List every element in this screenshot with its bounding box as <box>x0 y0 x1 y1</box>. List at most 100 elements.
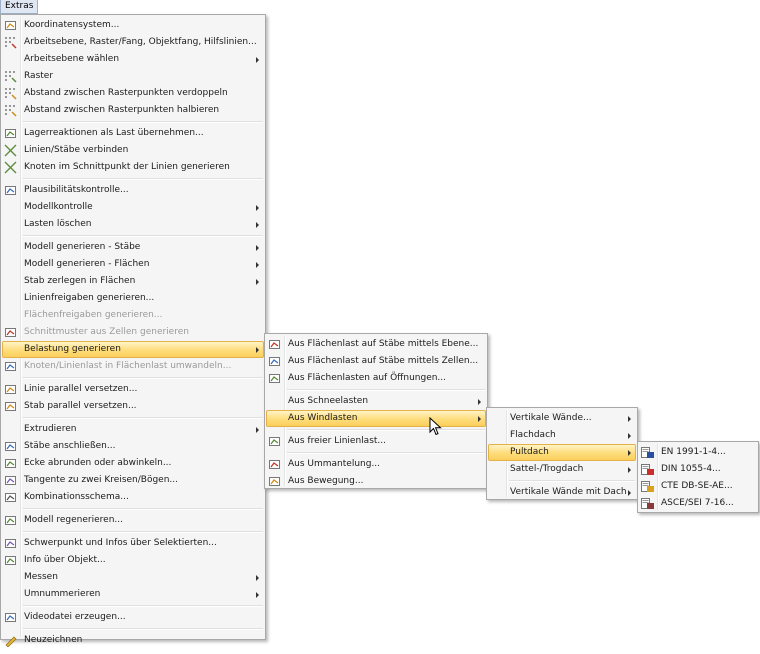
menu-item-label: Knoten im Schnittpunkt der Linien generi… <box>24 162 230 172</box>
menu-item-knoten-linienlast-in-flaechenlast-umwandeln: Knoten/Linienlast in Flächenlast umwande… <box>1 358 265 375</box>
din-flag-icon <box>641 463 654 476</box>
menu-item-abstand-zwischen-rasterpunkten-verdoppeln[interactable]: Abstand zwischen Rasterpunkten verdoppel… <box>1 85 265 102</box>
menu-item-label: Arbeitsebene, Raster/Fang, Objektfang, H… <box>24 37 257 47</box>
menu-item-vertikale-waende-mit-dach[interactable]: Vertikale Wände mit Dach <box>487 484 637 501</box>
menu-item-linie-parallel-versetzen[interactable]: Linie parallel versetzen... <box>1 381 265 398</box>
menu-item-label: Lagerreaktionen als Last übernehmen... <box>24 128 204 138</box>
menu-item-label: Modell generieren - Flächen <box>24 259 150 269</box>
submenu-arrow-icon <box>256 222 259 228</box>
menu-item-label: Plausibilitätskontrolle... <box>24 185 129 195</box>
menu-item-arbeitsebene-waehlen[interactable]: Arbeitsebene wählen <box>1 51 265 68</box>
menu-item-cte-db-se-ae[interactable]: CTE DB-SE-AE... <box>638 478 758 495</box>
menu-item-plausibilitaetskontrolle[interactable]: Plausibilitätskontrolle... <box>1 182 265 199</box>
menu-item-label: Vertikale Wände mit Dach <box>510 487 627 497</box>
menu-item-label: Aus Schneelasten <box>288 396 369 406</box>
menubar-extras[interactable]: Extras <box>0 0 39 14</box>
menu-item-label: Linie parallel versetzen... <box>24 384 138 394</box>
menu-item-aus-bewegung[interactable]: Aus Bewegung... <box>265 473 487 490</box>
menu-item-modell-generieren-staebe[interactable]: Modell generieren - Stäbe <box>1 239 265 256</box>
menu-item-label: Aus Flächenlast auf Stäbe mittels Ebene.… <box>288 339 479 349</box>
menu-item-staebe-anschliessen[interactable]: Stäbe anschließen... <box>1 438 265 455</box>
menu-item-linien-staebe-verbinden[interactable]: Linien/Stäbe verbinden <box>1 142 265 159</box>
menu-item-schwerpunkt-und-infos-ueber-selektierten[interactable]: Schwerpunkt und Infos über Selektierten.… <box>1 535 265 552</box>
menu-item-aus-flaechenlasten-auf-oeffnungen[interactable]: Aus Flächenlasten auf Öffnungen... <box>265 370 487 387</box>
menu-item-label: Info über Objekt... <box>24 555 106 565</box>
menu-item-koordinatensystem[interactable]: Koordinatensystem... <box>1 17 265 34</box>
submenu-arrow-icon <box>628 416 631 422</box>
menu-item-label: Abstand zwischen Rasterpunkten verdoppel… <box>24 88 228 98</box>
menu-item-extrudieren[interactable]: Extrudieren <box>1 421 265 438</box>
menu-item-label: Knoten/Linienlast in Flächenlast umwande… <box>24 361 232 371</box>
menu-item-aus-ummantelung[interactable]: Aus Ummantelung... <box>265 456 487 473</box>
menu-item-en-1991-1-4[interactable]: EN 1991-1-4... <box>638 444 758 461</box>
menu-item-raster[interactable]: Raster <box>1 68 265 85</box>
coordinate-system-icon <box>4 19 17 32</box>
intersection-node-icon <box>4 161 17 174</box>
menu-item-belastung-generieren[interactable]: Belastung generieren <box>1 341 265 358</box>
menu-item-label: Stäbe anschließen... <box>24 441 116 451</box>
menu-item-lagerreaktionen-als-last-uebernehmen[interactable]: Lagerreaktionen als Last übernehmen... <box>1 125 265 142</box>
centroid-info-icon <box>4 537 17 550</box>
menu-item-modellkontrolle[interactable]: Modellkontrolle <box>1 199 265 216</box>
submenu-arrow-icon <box>256 57 259 63</box>
submenu-arrow-icon <box>256 245 259 251</box>
motion-icon <box>268 475 281 488</box>
menu-item-label: CTE DB-SE-AE... <box>661 481 733 491</box>
menu-item-aus-windlasten[interactable]: Aus Windlasten <box>265 410 487 427</box>
cte-flag-icon <box>641 480 654 493</box>
menu-item-label: Pultdach <box>510 447 549 457</box>
menu-item-label: Sattel-/Trogdach <box>510 464 584 474</box>
menu-item-sattel-trogdach[interactable]: Sattel-/Trogdach <box>487 461 637 478</box>
menu-item-aus-schneelasten[interactable]: Aus Schneelasten <box>265 393 487 410</box>
menu-item-vertikale-waende[interactable]: Vertikale Wände... <box>487 410 637 427</box>
menu-item-messen[interactable]: Messen <box>1 569 265 586</box>
combination-scheme-icon <box>4 491 17 504</box>
menu-item-videodatei-erzeugen[interactable]: Videodatei erzeugen... <box>1 609 265 626</box>
menu-item-abstand-zwischen-rasterpunkten-halbieren[interactable]: Abstand zwischen Rasterpunkten halbieren <box>1 102 265 119</box>
menu-item-label: ASCE/SEI 7-16... <box>661 498 734 508</box>
submenu-arrow-icon <box>628 433 631 439</box>
menu-item-stab-parallel-versetzen[interactable]: Stab parallel versetzen... <box>1 398 265 415</box>
menu-item-info-ueber-objekt[interactable]: Info über Objekt... <box>1 552 265 569</box>
menu-item-aus-freier-linienlast[interactable]: Aus freier Linienlast... <box>265 433 487 450</box>
tangent-icon <box>4 474 17 487</box>
menu-item-label: Linien/Stäbe verbinden <box>24 145 129 155</box>
menu-item-pultdach[interactable]: Pultdach <box>487 444 637 461</box>
asce-flag-icon <box>641 497 654 510</box>
menu-item-modell-regenerieren[interactable]: Modell regenerieren... <box>1 512 265 529</box>
mouse-cursor-icon <box>429 417 442 436</box>
menu-item-umnummerieren[interactable]: Umnummerieren <box>1 586 265 603</box>
offset-member-icon <box>4 400 17 413</box>
menu-item-din-1055-4[interactable]: DIN 1055-4... <box>638 461 758 478</box>
submenu-arrow-icon <box>628 450 631 456</box>
menu-item-arbeitsebene-raster-fang-objektfang-hilfslinien[interactable]: Arbeitsebene, Raster/Fang, Objektfang, H… <box>1 34 265 51</box>
regenerate-model-icon <box>4 514 17 527</box>
menu-item-asce-sei-7-16[interactable]: ASCE/SEI 7-16... <box>638 495 758 512</box>
menu-item-lasten-loeschen[interactable]: Lasten löschen <box>1 216 265 233</box>
object-info-icon <box>4 554 17 567</box>
menu-item-modell-generieren-flaechen[interactable]: Modell generieren - Flächen <box>1 256 265 273</box>
menu-item-flachdach[interactable]: Flachdach <box>487 427 637 444</box>
en-flag-icon <box>641 446 654 459</box>
submenu-arrow-icon <box>628 490 631 496</box>
menu-item-label: Extrudieren <box>24 424 77 434</box>
menu-item-aus-flaechenlast-auf-staebe-mittels-ebene[interactable]: Aus Flächenlast auf Stäbe mittels Ebene.… <box>265 336 487 353</box>
work-plane-grid-icon <box>4 36 17 49</box>
encasement-icon <box>268 458 281 471</box>
menu-item-label: Aus freier Linienlast... <box>288 436 386 446</box>
menu-item-ecke-abrunden-oder-abwinkeln[interactable]: Ecke abrunden oder abwinkeln... <box>1 455 265 472</box>
menu-item-kombinationsschema[interactable]: Kombinationsschema... <box>1 489 265 506</box>
video-file-icon <box>4 611 17 624</box>
menu-item-linienfreigaben-generieren[interactable]: Linienfreigaben generieren... <box>1 290 265 307</box>
menu-item-label: Aus Flächenlast auf Stäbe mittels Zellen… <box>288 356 479 366</box>
menu-item-knoten-im-schnittpunkt-der-linien-generieren[interactable]: Knoten im Schnittpunkt der Linien generi… <box>1 159 265 176</box>
free-line-load-icon <box>268 435 281 448</box>
grid-icon <box>4 70 17 83</box>
menu-item-stab-zerlegen-in-flaechen[interactable]: Stab zerlegen in Flächen <box>1 273 265 290</box>
menu-item-aus-flaechenlast-auf-staebe-mittels-zellen[interactable]: Aus Flächenlast auf Stäbe mittels Zellen… <box>265 353 487 370</box>
grid-double-icon <box>4 87 17 100</box>
area-load-cells-icon <box>268 355 281 368</box>
menu-item-label: Vertikale Wände... <box>510 413 592 423</box>
menu-item-label: Linienfreigaben generieren... <box>24 293 155 303</box>
menu-item-tangente-zu-zwei-kreisen-boegen[interactable]: Tangente zu zwei Kreisen/Bögen... <box>1 472 265 489</box>
